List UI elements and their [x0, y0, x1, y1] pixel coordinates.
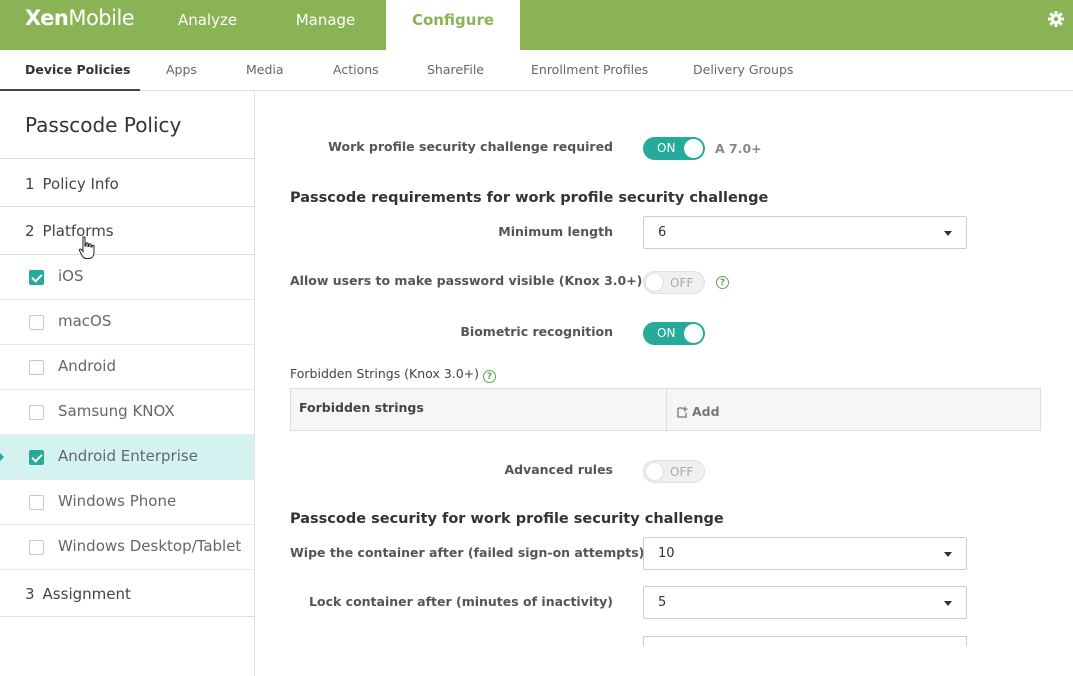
sidebar: Passcode Policy 1 Policy Info 2 Platforms …	[0, 91, 255, 676]
lock-container-select[interactable]: 5	[643, 586, 967, 619]
chevron-down-icon	[944, 601, 952, 606]
platform-checkbox[interactable]	[29, 360, 44, 375]
section-passcode-requirements: Passcode requirements for work profile s…	[290, 190, 769, 206]
min-length-label: Minimum length	[498, 224, 613, 239]
tab-delivery-groups[interactable]: Delivery Groups	[693, 50, 793, 91]
platform-android[interactable]: Android	[0, 345, 254, 390]
min-length-select[interactable]: 6	[643, 216, 967, 249]
divider	[666, 389, 667, 430]
biometric-toggle[interactable]: ON	[643, 322, 705, 345]
platform-checkbox[interactable]	[29, 405, 44, 420]
content-fade	[256, 646, 1073, 676]
divider	[0, 616, 254, 617]
next-field-input[interactable]	[643, 636, 967, 646]
platform-checkbox[interactable]	[29, 495, 44, 510]
tab-sharefile[interactable]: ShareFile	[427, 50, 484, 91]
add-forbidden-string-button[interactable]: Add	[677, 404, 720, 419]
platform-label: Windows Phone	[58, 492, 177, 510]
password-visible-label: Allow users to make password visible (Kn…	[290, 273, 643, 288]
wipe-container-select[interactable]: 10	[643, 537, 967, 570]
forbidden-strings-header: Forbidden strings	[299, 400, 424, 415]
nav-analyze[interactable]: Analyze	[155, 0, 260, 50]
sidebar-step-assignment[interactable]: 3 Assignment	[25, 585, 131, 603]
forbidden-strings-label: Forbidden Strings (Knox 3.0+) ?	[290, 366, 497, 383]
platform-checkbox[interactable]	[29, 270, 44, 285]
version-label: A 7.0+	[715, 141, 762, 156]
help-icon[interactable]: ?	[483, 370, 497, 383]
biometric-label: Biometric recognition	[460, 324, 613, 339]
top-bar: XenMobile Analyze Manage Configure	[0, 0, 1073, 50]
nav-manage[interactable]: Manage	[272, 0, 379, 50]
nav-configure[interactable]: Configure	[386, 0, 520, 50]
platform-macos[interactable]: macOS	[0, 300, 254, 345]
wipe-container-label: Wipe the container after (failed sign-on…	[290, 545, 645, 560]
platform-label: macOS	[58, 312, 112, 330]
tab-apps[interactable]: Apps	[166, 50, 197, 91]
sidebar-step-platforms[interactable]: 2 Platforms	[25, 222, 114, 240]
tab-device-policies[interactable]: Device Policies	[0, 50, 140, 91]
platform-label: iOS	[58, 267, 84, 285]
work-profile-challenge-label: Work profile security challenge required	[328, 139, 613, 154]
platform-checkbox[interactable]	[29, 315, 44, 330]
sub-nav: Device Policies Apps Media Actions Share…	[0, 50, 1073, 91]
chevron-down-icon	[944, 231, 952, 236]
platform-android-enterprise[interactable]: Android Enterprise	[0, 435, 254, 480]
platform-label: Android	[58, 357, 116, 375]
platform-label: Android Enterprise	[58, 447, 198, 465]
divider	[0, 158, 254, 159]
platform-samsung-knox[interactable]: Samsung KNOX	[0, 390, 254, 435]
tab-actions[interactable]: Actions	[333, 50, 379, 91]
platform-checkbox[interactable]	[29, 450, 44, 465]
lock-container-label: Lock container after (minutes of inactiv…	[309, 594, 613, 609]
password-visible-toggle[interactable]: OFF	[643, 271, 705, 294]
advanced-rules-toggle[interactable]: OFF	[643, 460, 705, 483]
hand-cursor-icon	[78, 236, 95, 259]
divider	[0, 206, 254, 207]
sidebar-step-policy-info[interactable]: 1 Policy Info	[25, 175, 119, 193]
chevron-down-icon	[944, 552, 952, 557]
section-passcode-security: Passcode security for work profile secur…	[290, 511, 724, 527]
advanced-rules-label: Advanced rules	[504, 462, 613, 477]
platform-label: Samsung KNOX	[58, 402, 175, 420]
forbidden-strings-table: Forbidden strings Add	[290, 388, 1041, 431]
app-logo[interactable]: XenMobile	[25, 6, 135, 30]
platform-windows-phone[interactable]: Windows Phone	[0, 480, 254, 525]
tab-enrollment-profiles[interactable]: Enrollment Profiles	[531, 50, 648, 91]
add-icon	[677, 406, 688, 418]
work-profile-challenge-toggle[interactable]: ON	[643, 137, 705, 160]
selected-marker-icon	[0, 453, 4, 461]
platform-ios[interactable]: iOS	[0, 255, 254, 300]
platform-label: Windows Desktop/Tablet	[58, 537, 242, 555]
tab-media[interactable]: Media	[246, 50, 284, 91]
gear-icon[interactable]	[1048, 11, 1064, 27]
help-icon[interactable]: ?	[716, 276, 729, 289]
platform-checkbox[interactable]	[29, 540, 44, 555]
sidebar-title: Passcode Policy	[25, 113, 182, 137]
platform-windows-desktop-tablet[interactable]: Windows Desktop/Tablet	[0, 525, 254, 570]
